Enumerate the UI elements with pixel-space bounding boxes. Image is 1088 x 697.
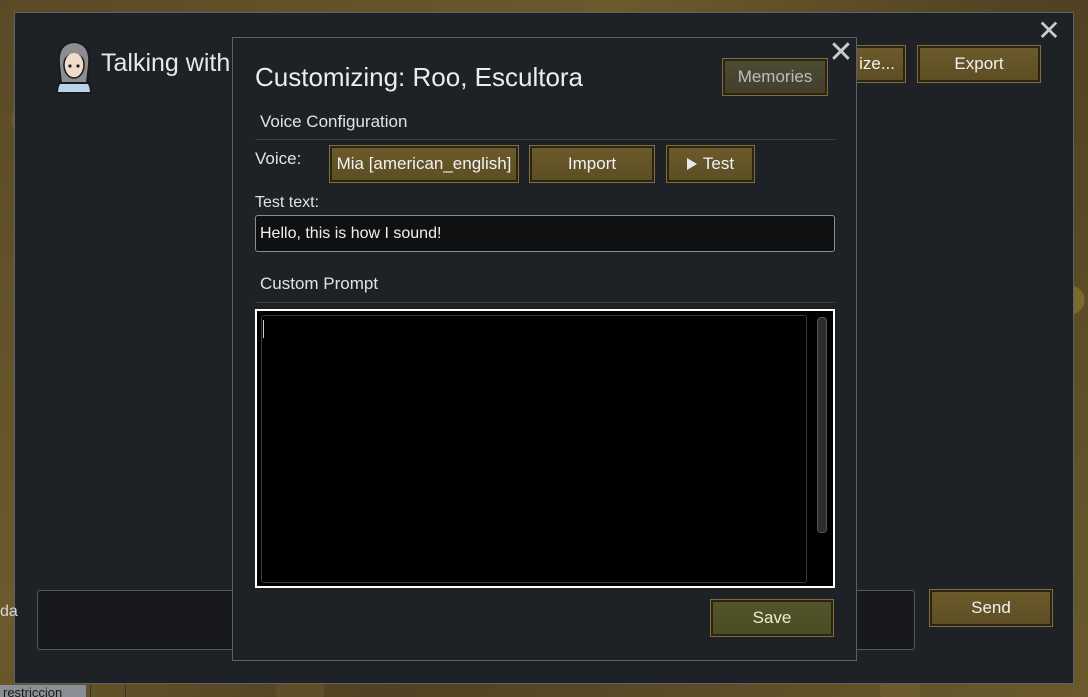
custom-prompt-heading: Custom Prompt	[260, 274, 379, 293]
test-text-label: Test text:	[255, 194, 320, 211]
scrollbar-thumb[interactable]	[817, 317, 827, 533]
test-text-input[interactable]: Hello, this is how I sound!	[255, 215, 835, 252]
background-label-fragment: da	[0, 603, 18, 620]
import-button[interactable]: Import	[529, 145, 655, 183]
bottom-tab-restriction[interactable]: restriccion	[0, 685, 86, 697]
dialog-title: Customizing: Roo, Escultora	[255, 62, 584, 92]
memories-button[interactable]: Memories	[722, 58, 828, 96]
test-button[interactable]: Test	[666, 145, 755, 183]
test-button-label: Test	[702, 154, 735, 173]
close-icon[interactable]: ✕	[826, 38, 856, 68]
custom-prompt-text[interactable]	[261, 315, 807, 583]
section-divider	[255, 302, 835, 303]
save-button[interactable]: Save	[710, 599, 834, 637]
voice-label: Voice:	[255, 149, 302, 168]
custom-prompt-textarea[interactable]	[255, 309, 835, 588]
bottom-tab-separator	[90, 685, 126, 697]
play-icon	[686, 158, 697, 170]
pawn-portrait-avatar	[51, 39, 97, 97]
customize-dialog: ✕ Customizing: Roo, Escultora Memories V…	[232, 37, 857, 661]
text-caret	[263, 320, 264, 338]
send-button[interactable]: Send	[929, 589, 1053, 627]
scrollbar[interactable]	[815, 315, 829, 583]
close-icon[interactable]: ✕	[1035, 17, 1063, 45]
export-button[interactable]: Export	[917, 45, 1041, 83]
voice-config-heading: Voice Configuration	[260, 112, 408, 131]
conversation-title: Talking with	[101, 49, 231, 77]
voice-select-button[interactable]: Mia [american_english]	[329, 145, 519, 183]
section-divider	[255, 139, 835, 140]
